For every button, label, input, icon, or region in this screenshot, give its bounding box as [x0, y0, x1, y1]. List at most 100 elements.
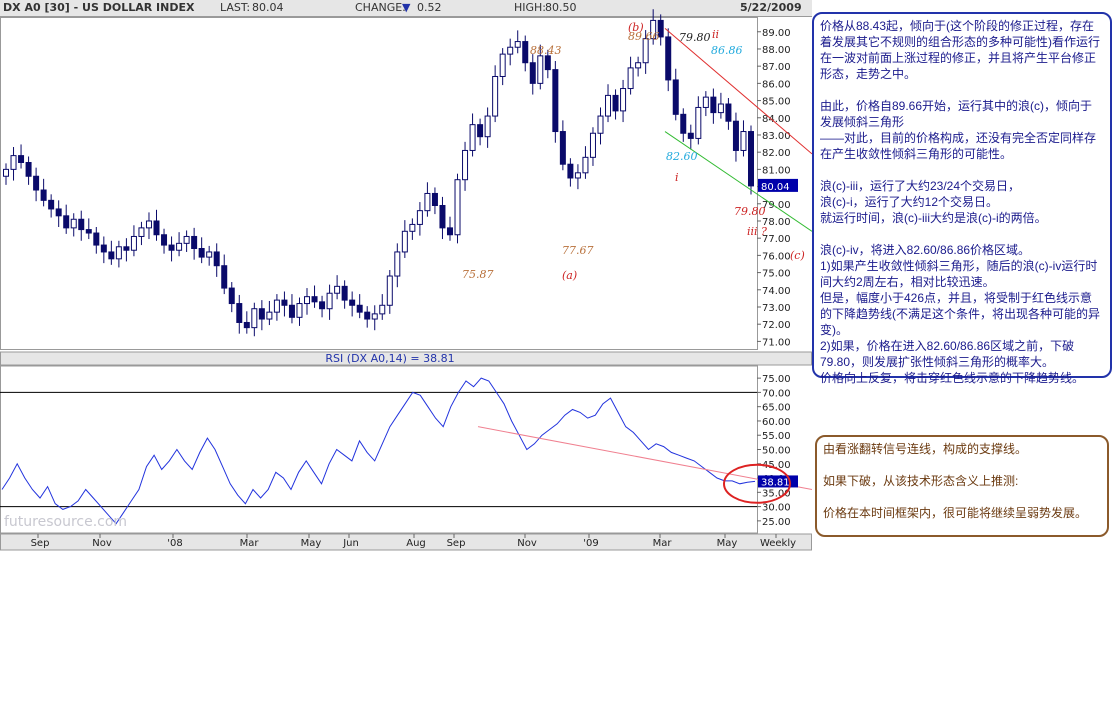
candle-body	[138, 227, 145, 237]
candle-body	[499, 53, 506, 77]
candle-body	[10, 155, 17, 170]
time-tick-label: '08	[167, 538, 182, 549]
candle-body	[123, 246, 130, 251]
candle-body	[25, 161, 32, 177]
analysis-note-box: 价格从88.43起，倾向于(这个阶段的修正过程，存在着发展其它不规则的组合形态的…	[812, 12, 1112, 385]
candle-body	[206, 251, 213, 258]
label-88-43: 88.43	[530, 44, 562, 57]
candle-body	[748, 131, 754, 187]
candle-body	[431, 192, 438, 207]
candle-body	[288, 304, 295, 318]
note-line: 但是，幅度小于426点，并且，将受制于红色线示意的下降趋势线(不满足这个条件，将…	[820, 291, 1100, 337]
rsi-panel-frame	[0, 365, 758, 534]
price-tick-label: 75.00	[762, 269, 791, 280]
note-line	[820, 162, 1104, 178]
candle-body	[161, 234, 168, 246]
candle-body	[567, 163, 574, 179]
time-tick-label: Weekly	[760, 538, 796, 549]
price-tick-label: 73.00	[762, 303, 791, 314]
candle-body	[326, 292, 333, 310]
candle-body	[40, 189, 47, 201]
price-tick-label: 71.00	[762, 337, 791, 348]
rsi-tick-label: 70.00	[762, 388, 791, 399]
candle-body	[582, 156, 589, 174]
label-wave-b: (b)	[628, 21, 644, 34]
candle-body	[191, 235, 198, 250]
price-tick-label: 81.00	[762, 165, 791, 176]
candle-body	[273, 299, 280, 313]
candle-body	[597, 115, 604, 134]
candle-body	[462, 149, 469, 181]
note-line: 2)如果，价格在进入82.60/86.86区域之前，下破79.80，则发展扩张性…	[820, 339, 1075, 369]
price-tick-label: 89.00	[762, 28, 791, 39]
candle-body	[130, 235, 137, 251]
label-wave-iii: iii ?	[747, 225, 767, 238]
candle-body	[236, 303, 243, 323]
candle-body	[18, 155, 25, 163]
time-tick-label: Nov	[92, 538, 112, 549]
label-wave-ii: ii	[712, 28, 719, 41]
price-panel-frame	[0, 17, 758, 350]
time-tick-label: Mar	[653, 538, 673, 549]
note-line: 浪(c)-i，运行了大约12个交易日。	[820, 195, 999, 209]
note-line	[823, 489, 1101, 505]
candle-body	[243, 321, 250, 329]
candle-body	[176, 242, 183, 251]
rsi-title: RSI (DX A0,14) = 38.81	[325, 352, 454, 365]
candle-body	[469, 124, 476, 151]
candle-body	[401, 230, 408, 253]
candle-body	[514, 41, 521, 48]
candle-body	[93, 232, 100, 246]
candle-body	[416, 210, 423, 225]
candle-body	[334, 285, 341, 294]
price-tick-label: 72.00	[762, 320, 791, 331]
label-75-87: 75.87	[462, 268, 494, 281]
note-line: 如果下破，从该技术形态含义上推测:	[823, 474, 1019, 488]
note-line: 价格向上反复，将击穿红色线示意的下降趋势线。	[820, 371, 1085, 385]
candle-body	[589, 132, 596, 158]
note-line	[820, 226, 1104, 242]
label-77-67: 77.67	[562, 244, 594, 257]
rsi-tick-label: 25.00	[762, 517, 791, 528]
time-tick-label: Sep	[31, 538, 50, 549]
label-wave-i: i	[675, 171, 679, 184]
note-line: 价格在本时间框架内，很可能将继续呈弱势发展。	[823, 506, 1088, 520]
label-high-79-80: 79.80	[679, 31, 711, 44]
label-82-60: 82.60	[666, 150, 698, 163]
candle-body	[251, 308, 258, 329]
candle-body	[740, 131, 747, 151]
candle-body	[725, 103, 732, 122]
note-line: 浪(c)-iii，运行了大约23/24个交易日，	[820, 179, 1021, 193]
note-line: 价格从88.43起，倾向于(这个阶段的修正过程，存在着发展其它不规则的组合形态的…	[820, 19, 1100, 81]
candle-body	[258, 308, 265, 320]
candle-body	[492, 75, 499, 117]
time-tick-label: Sep	[447, 538, 466, 549]
candle-body	[228, 287, 235, 305]
candle-body	[85, 229, 92, 234]
time-tick-label: May	[717, 538, 738, 549]
candle-body	[439, 205, 446, 229]
candle-body	[717, 103, 724, 114]
candle-body	[115, 246, 122, 260]
candle-body	[612, 94, 619, 112]
candle-body	[349, 299, 356, 306]
last-price-tag-label: 80.04	[761, 182, 790, 193]
note-line: 由此，价格自89.66开始，运行其中的浪(c)，倾向于发展倾斜三角形	[820, 99, 1093, 129]
candle-body	[507, 46, 514, 55]
rsi-tick-label: 75.00	[762, 374, 791, 385]
candle-body	[319, 301, 326, 310]
rsi-tick-label: 65.00	[762, 403, 791, 414]
candle-body	[70, 218, 77, 229]
label-wave-a: (a)	[562, 269, 577, 282]
time-tick-label: '09	[583, 538, 598, 549]
candle-body	[454, 179, 461, 236]
candle-body	[63, 215, 70, 229]
rsi-tick-label: 50.00	[762, 446, 791, 457]
candle-body	[680, 113, 687, 134]
candle-body	[221, 265, 228, 289]
price-tick-label: 79.00	[762, 200, 791, 211]
candle-body	[371, 313, 378, 320]
rsi-note-box: 由看涨翻转信号连线，构成的支撑线。 如果下破，从该技术形态含义上推测: 价格在本时间…	[815, 435, 1109, 537]
label-wave-c: (c)	[790, 249, 805, 262]
candle-body	[379, 304, 386, 315]
